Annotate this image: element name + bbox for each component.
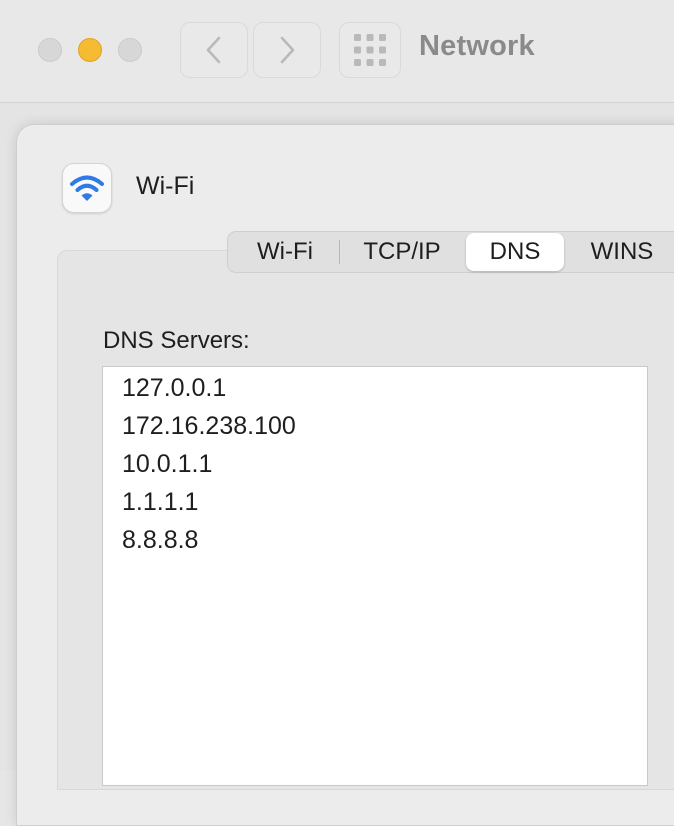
dns-server-item[interactable]: 127.0.0.1 (122, 369, 226, 407)
forward-button[interactable] (253, 22, 321, 78)
title-bar: Network (0, 0, 674, 103)
chevron-right-icon (280, 36, 295, 64)
service-icon (62, 163, 112, 213)
dns-server-item[interactable]: 8.8.8.8 (122, 521, 198, 559)
tab-divider (339, 240, 340, 264)
wifi-icon (70, 175, 104, 201)
zoom-window-button[interactable] (118, 38, 142, 62)
show-all-button[interactable] (339, 22, 401, 78)
tab-wins[interactable]: WINS (582, 232, 662, 272)
chevron-left-icon (206, 36, 221, 64)
minimize-window-button[interactable] (78, 38, 102, 62)
tab-wifi[interactable]: Wi-Fi (240, 232, 330, 272)
close-window-button[interactable] (38, 38, 62, 62)
grid-icon (354, 34, 386, 66)
dns-server-item[interactable]: 172.16.238.100 (122, 407, 296, 445)
dns-server-item[interactable]: 10.0.1.1 (122, 445, 212, 483)
dns-servers-label: DNS Servers: (103, 327, 250, 354)
tab-tcpip[interactable]: TCP/IP (350, 232, 454, 272)
back-button[interactable] (180, 22, 248, 78)
dns-servers-list[interactable]: 127.0.0.1 172.16.238.100 10.0.1.1 1.1.1.… (102, 366, 648, 786)
dns-server-item[interactable]: 1.1.1.1 (122, 483, 198, 521)
tab-dns[interactable]: DNS (466, 233, 564, 271)
window-title: Network (419, 30, 535, 62)
service-name: Wi-Fi (136, 172, 195, 200)
